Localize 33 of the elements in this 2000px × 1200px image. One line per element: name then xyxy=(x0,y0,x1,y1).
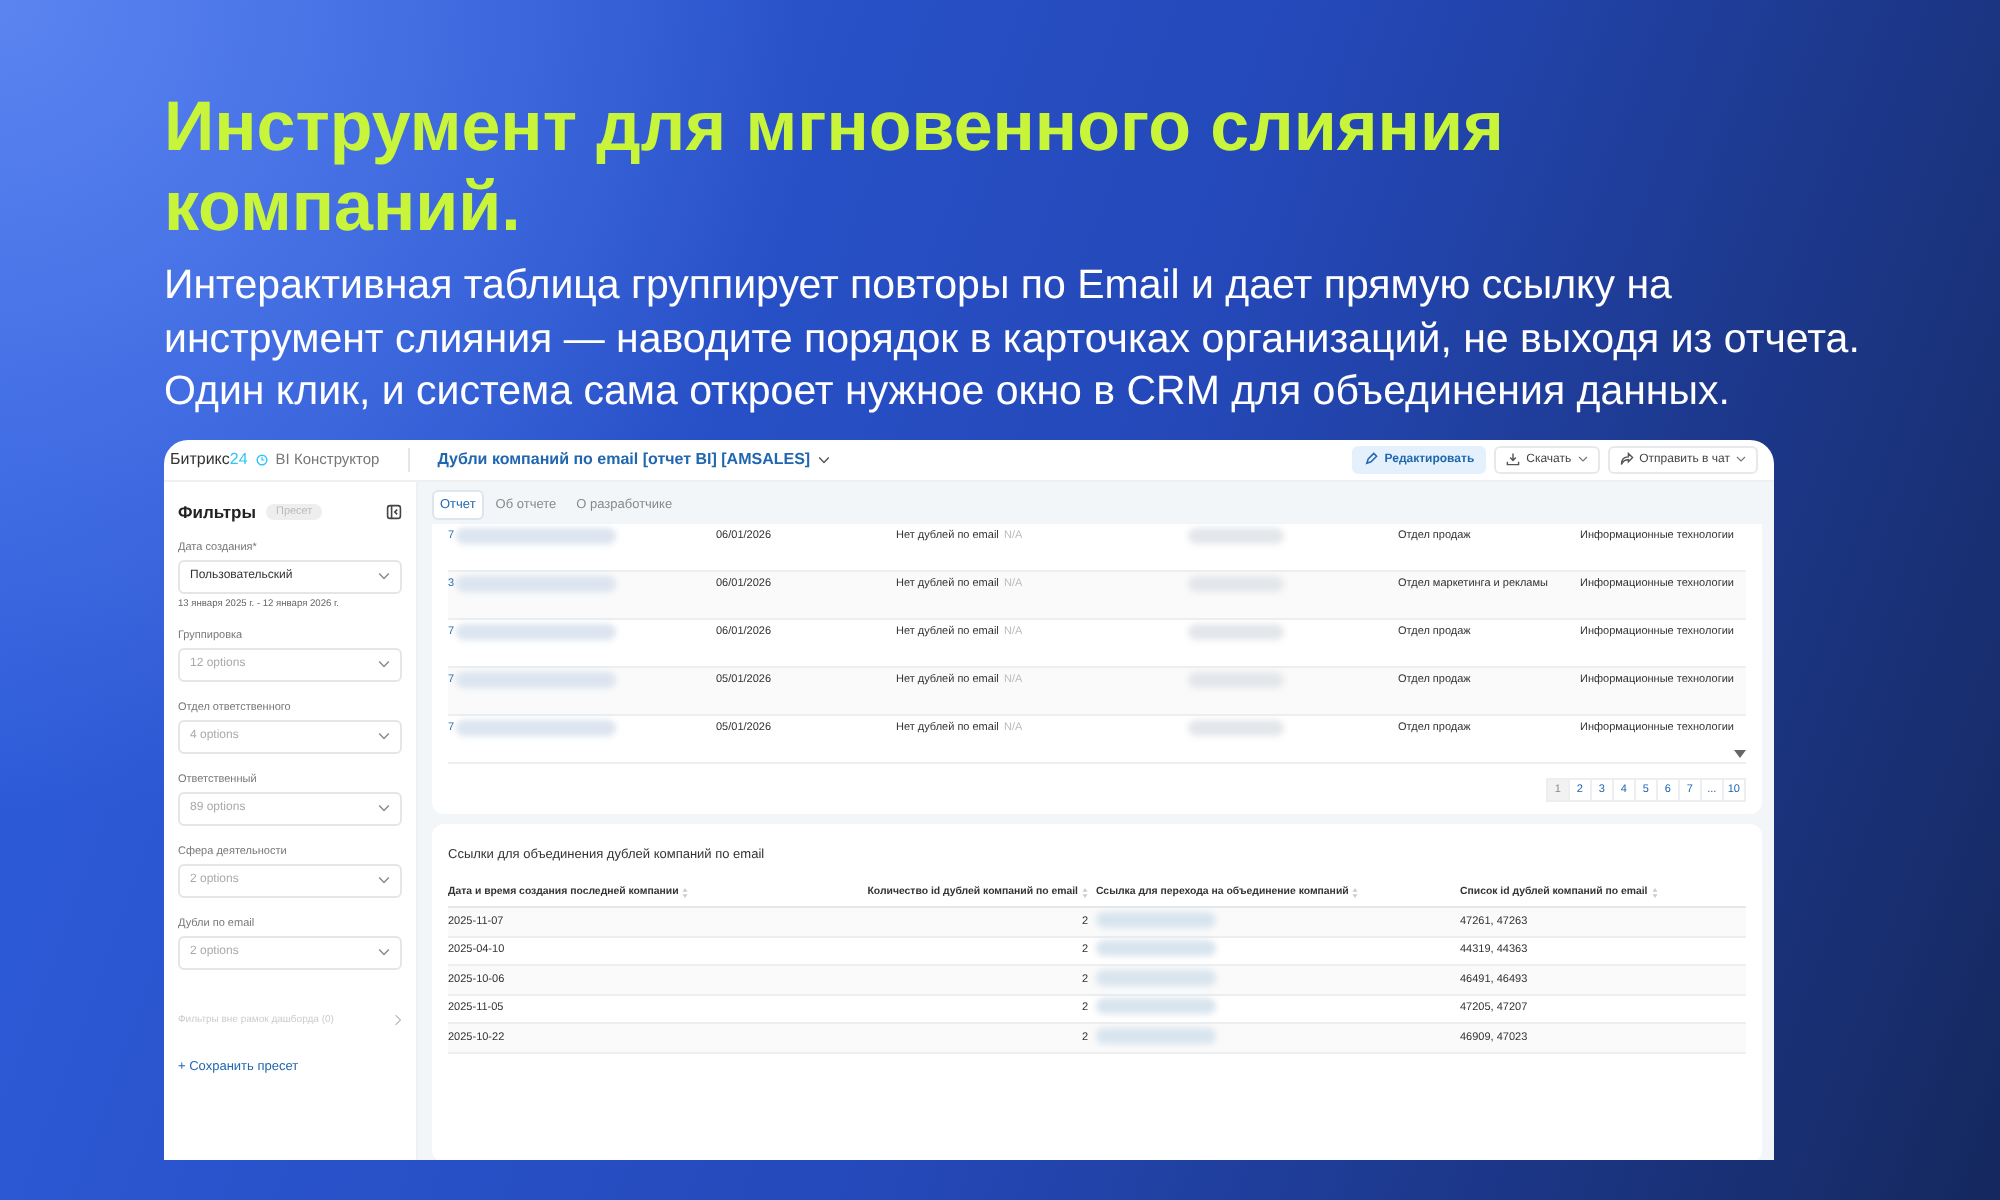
sort-icon[interactable] xyxy=(1082,887,1088,898)
report-title[interactable]: Дубли компаний по email [отчет BI] [AMSALES] xyxy=(437,450,811,468)
chevron-down-icon xyxy=(378,948,390,956)
download-icon xyxy=(1506,452,1521,466)
sort-icon[interactable] xyxy=(1651,887,1658,898)
chevron-down-icon xyxy=(378,732,390,740)
logo: Битрикс24 xyxy=(170,450,248,468)
filters-title: Фильтры xyxy=(178,501,256,521)
redacted-placeholder xyxy=(1188,719,1284,735)
redacted-placeholder xyxy=(1096,1027,1216,1044)
sort-icon[interactable] xyxy=(1352,887,1359,898)
pencil-icon xyxy=(1364,452,1379,466)
redacted-placeholder xyxy=(1188,623,1284,639)
clock-icon xyxy=(255,453,268,465)
scroll-down-icon[interactable] xyxy=(1734,749,1746,757)
chevron-down-icon xyxy=(378,572,390,580)
redacted-placeholder xyxy=(1096,998,1216,1015)
collapse-panel-icon[interactable] xyxy=(386,503,402,519)
headline: Инструмент для мгновенного слияния компаний. xyxy=(164,88,1506,248)
share-icon xyxy=(1619,452,1634,466)
chevron-down-icon xyxy=(1736,456,1746,462)
redacted-placeholder xyxy=(1096,911,1216,928)
chevron-down-icon xyxy=(378,876,390,884)
redacted-placeholder xyxy=(1188,527,1284,543)
description: Интерактивная таблица группирует повторы по Email и дает прямую ссылку на инструмент слияния — наводите порядок в карточках организаций, не выходя из отчета. Один клик, и система сама откроет нужное окно в CRM для объединения данных. xyxy=(164,260,1862,418)
chevron-down-icon xyxy=(378,660,390,668)
chevron-down-icon xyxy=(818,455,831,463)
chevron-down-icon xyxy=(1577,456,1588,462)
chevron-right-icon xyxy=(394,1013,402,1025)
chevron-down-icon xyxy=(378,804,390,812)
sort-icon[interactable] xyxy=(682,887,689,898)
redacted-placeholder xyxy=(1096,969,1216,986)
redacted-placeholder xyxy=(1096,940,1216,957)
